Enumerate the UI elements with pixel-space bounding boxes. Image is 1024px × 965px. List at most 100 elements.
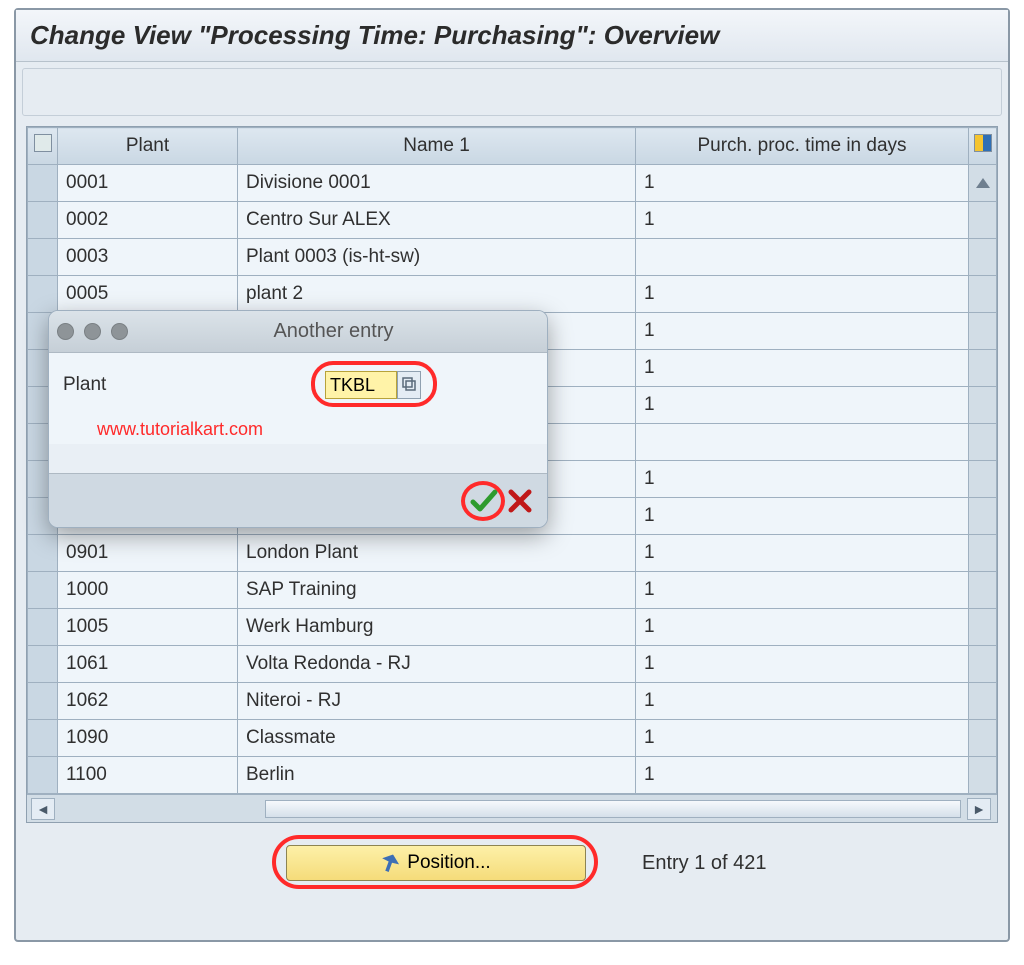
cell-proc[interactable]: 1 <box>636 646 969 683</box>
cell-name[interactable]: Werk Hamburg <box>238 609 636 646</box>
col-name-header[interactable]: Name 1 <box>238 128 636 165</box>
cell-plant[interactable]: 1090 <box>58 720 238 757</box>
cell-plant[interactable]: 1061 <box>58 646 238 683</box>
cell-proc[interactable]: 1 <box>636 202 969 239</box>
cell-proc[interactable]: 1 <box>636 350 969 387</box>
row-selector[interactable] <box>28 572 58 609</box>
vertical-scroll-cell[interactable] <box>969 387 997 424</box>
cell-plant[interactable]: 0001 <box>58 165 238 202</box>
table-row[interactable]: 0002Centro Sur ALEX1 <box>28 202 997 239</box>
cell-proc[interactable] <box>636 424 969 461</box>
cell-plant[interactable]: 1005 <box>58 609 238 646</box>
vertical-scroll-cell[interactable] <box>969 276 997 313</box>
cell-name[interactable]: Niteroi - RJ <box>238 683 636 720</box>
row-selector[interactable] <box>28 646 58 683</box>
cell-name[interactable]: Classmate <box>238 720 636 757</box>
table-row[interactable]: 0901London Plant1 <box>28 535 997 572</box>
cell-proc[interactable]: 1 <box>636 609 969 646</box>
position-button-label: Position... <box>407 852 490 874</box>
cell-plant[interactable]: 1062 <box>58 683 238 720</box>
window-max-dot[interactable] <box>111 323 128 340</box>
cell-proc[interactable]: 1 <box>636 461 969 498</box>
row-selector[interactable] <box>28 202 58 239</box>
cell-proc[interactable]: 1 <box>636 720 969 757</box>
cell-proc[interactable]: 1 <box>636 757 969 794</box>
vertical-scroll-cell[interactable] <box>969 609 997 646</box>
table-row[interactable]: 1061Volta Redonda - RJ1 <box>28 646 997 683</box>
vertical-scroll-cell[interactable] <box>969 572 997 609</box>
scroll-left-button[interactable]: ◄ <box>31 798 55 820</box>
cell-name[interactable]: Centro Sur ALEX <box>238 202 636 239</box>
cell-name[interactable]: Berlin <box>238 757 636 794</box>
cell-proc[interactable] <box>636 239 969 276</box>
window-close-dot[interactable] <box>57 323 74 340</box>
vertical-scroll-cell[interactable] <box>969 535 997 572</box>
vertical-scroll-cell[interactable] <box>969 498 997 535</box>
vertical-scroll-cell[interactable] <box>969 350 997 387</box>
vertical-scroll-cell[interactable] <box>969 424 997 461</box>
row-selector[interactable] <box>28 276 58 313</box>
cell-name[interactable]: plant 2 <box>238 276 636 313</box>
row-selector[interactable] <box>28 165 58 202</box>
row-selector[interactable] <box>28 720 58 757</box>
plant-input[interactable] <box>325 371 397 399</box>
cell-proc[interactable]: 1 <box>636 165 969 202</box>
row-selector[interactable] <box>28 757 58 794</box>
cell-name[interactable]: Plant 0003 (is-ht-sw) <box>238 239 636 276</box>
table-row[interactable]: 1062Niteroi - RJ1 <box>28 683 997 720</box>
cell-name[interactable]: SAP Training <box>238 572 636 609</box>
row-selector[interactable] <box>28 535 58 572</box>
cell-proc[interactable]: 1 <box>636 572 969 609</box>
table-config-header[interactable] <box>969 128 997 165</box>
f4-help-button[interactable] <box>397 371 421 399</box>
scroll-track[interactable] <box>265 800 961 818</box>
cell-name[interactable]: Volta Redonda - RJ <box>238 646 636 683</box>
scroll-right-button[interactable]: ► <box>967 798 991 820</box>
dialog-title-bar[interactable]: Another entry <box>49 311 547 353</box>
table-row[interactable]: 0003Plant 0003 (is-ht-sw) <box>28 239 997 276</box>
vertical-scroll-cell[interactable] <box>969 646 997 683</box>
cancel-button[interactable] <box>507 488 533 514</box>
vertical-scroll-cell[interactable] <box>969 757 997 794</box>
col-plant-header[interactable]: Plant <box>58 128 238 165</box>
cell-proc[interactable]: 1 <box>636 683 969 720</box>
col-proc-header[interactable]: Purch. proc. time in days <box>636 128 969 165</box>
cell-name[interactable]: Divisione 0001 <box>238 165 636 202</box>
cell-plant[interactable]: 1100 <box>58 757 238 794</box>
window-controls[interactable] <box>57 323 128 340</box>
cell-plant[interactable]: 1000 <box>58 572 238 609</box>
table-row[interactable]: 1005Werk Hamburg1 <box>28 609 997 646</box>
cell-plant[interactable]: 0005 <box>58 276 238 313</box>
scroll-thumb[interactable] <box>266 801 960 817</box>
horizontal-scrollbar[interactable]: ◄ ► <box>27 794 997 822</box>
cell-proc[interactable]: 1 <box>636 535 969 572</box>
row-selector[interactable] <box>28 239 58 276</box>
table-row[interactable]: 0001Divisione 00011 <box>28 165 997 202</box>
cell-plant[interactable]: 0002 <box>58 202 238 239</box>
position-button[interactable]: Position... <box>286 845 586 881</box>
row-selector[interactable] <box>28 609 58 646</box>
table-row[interactable]: 1090Classmate1 <box>28 720 997 757</box>
vertical-scroll-cell[interactable] <box>969 683 997 720</box>
select-all-header[interactable] <box>28 128 58 165</box>
vertical-scroll-cell[interactable] <box>969 461 997 498</box>
table-row[interactable]: 1100Berlin1 <box>28 757 997 794</box>
ok-button[interactable] <box>469 487 499 515</box>
cell-proc[interactable]: 1 <box>636 387 969 424</box>
cell-proc[interactable]: 1 <box>636 498 969 535</box>
table-row[interactable]: 0005plant 21 <box>28 276 997 313</box>
vertical-scroll-cell[interactable] <box>969 720 997 757</box>
cell-name[interactable]: London Plant <box>238 535 636 572</box>
cell-plant[interactable]: 0003 <box>58 239 238 276</box>
table-row[interactable]: 1000SAP Training1 <box>28 572 997 609</box>
cell-proc[interactable]: 1 <box>636 276 969 313</box>
vertical-scroll-cell[interactable] <box>969 165 997 202</box>
window-min-dot[interactable] <box>84 323 101 340</box>
cell-proc[interactable]: 1 <box>636 313 969 350</box>
vertical-scroll-cell[interactable] <box>969 239 997 276</box>
row-selector[interactable] <box>28 683 58 720</box>
vertical-scroll-cell[interactable] <box>969 202 997 239</box>
cell-plant[interactable]: 0901 <box>58 535 238 572</box>
vertical-scroll-cell[interactable] <box>969 313 997 350</box>
application-toolbar[interactable] <box>22 68 1002 116</box>
